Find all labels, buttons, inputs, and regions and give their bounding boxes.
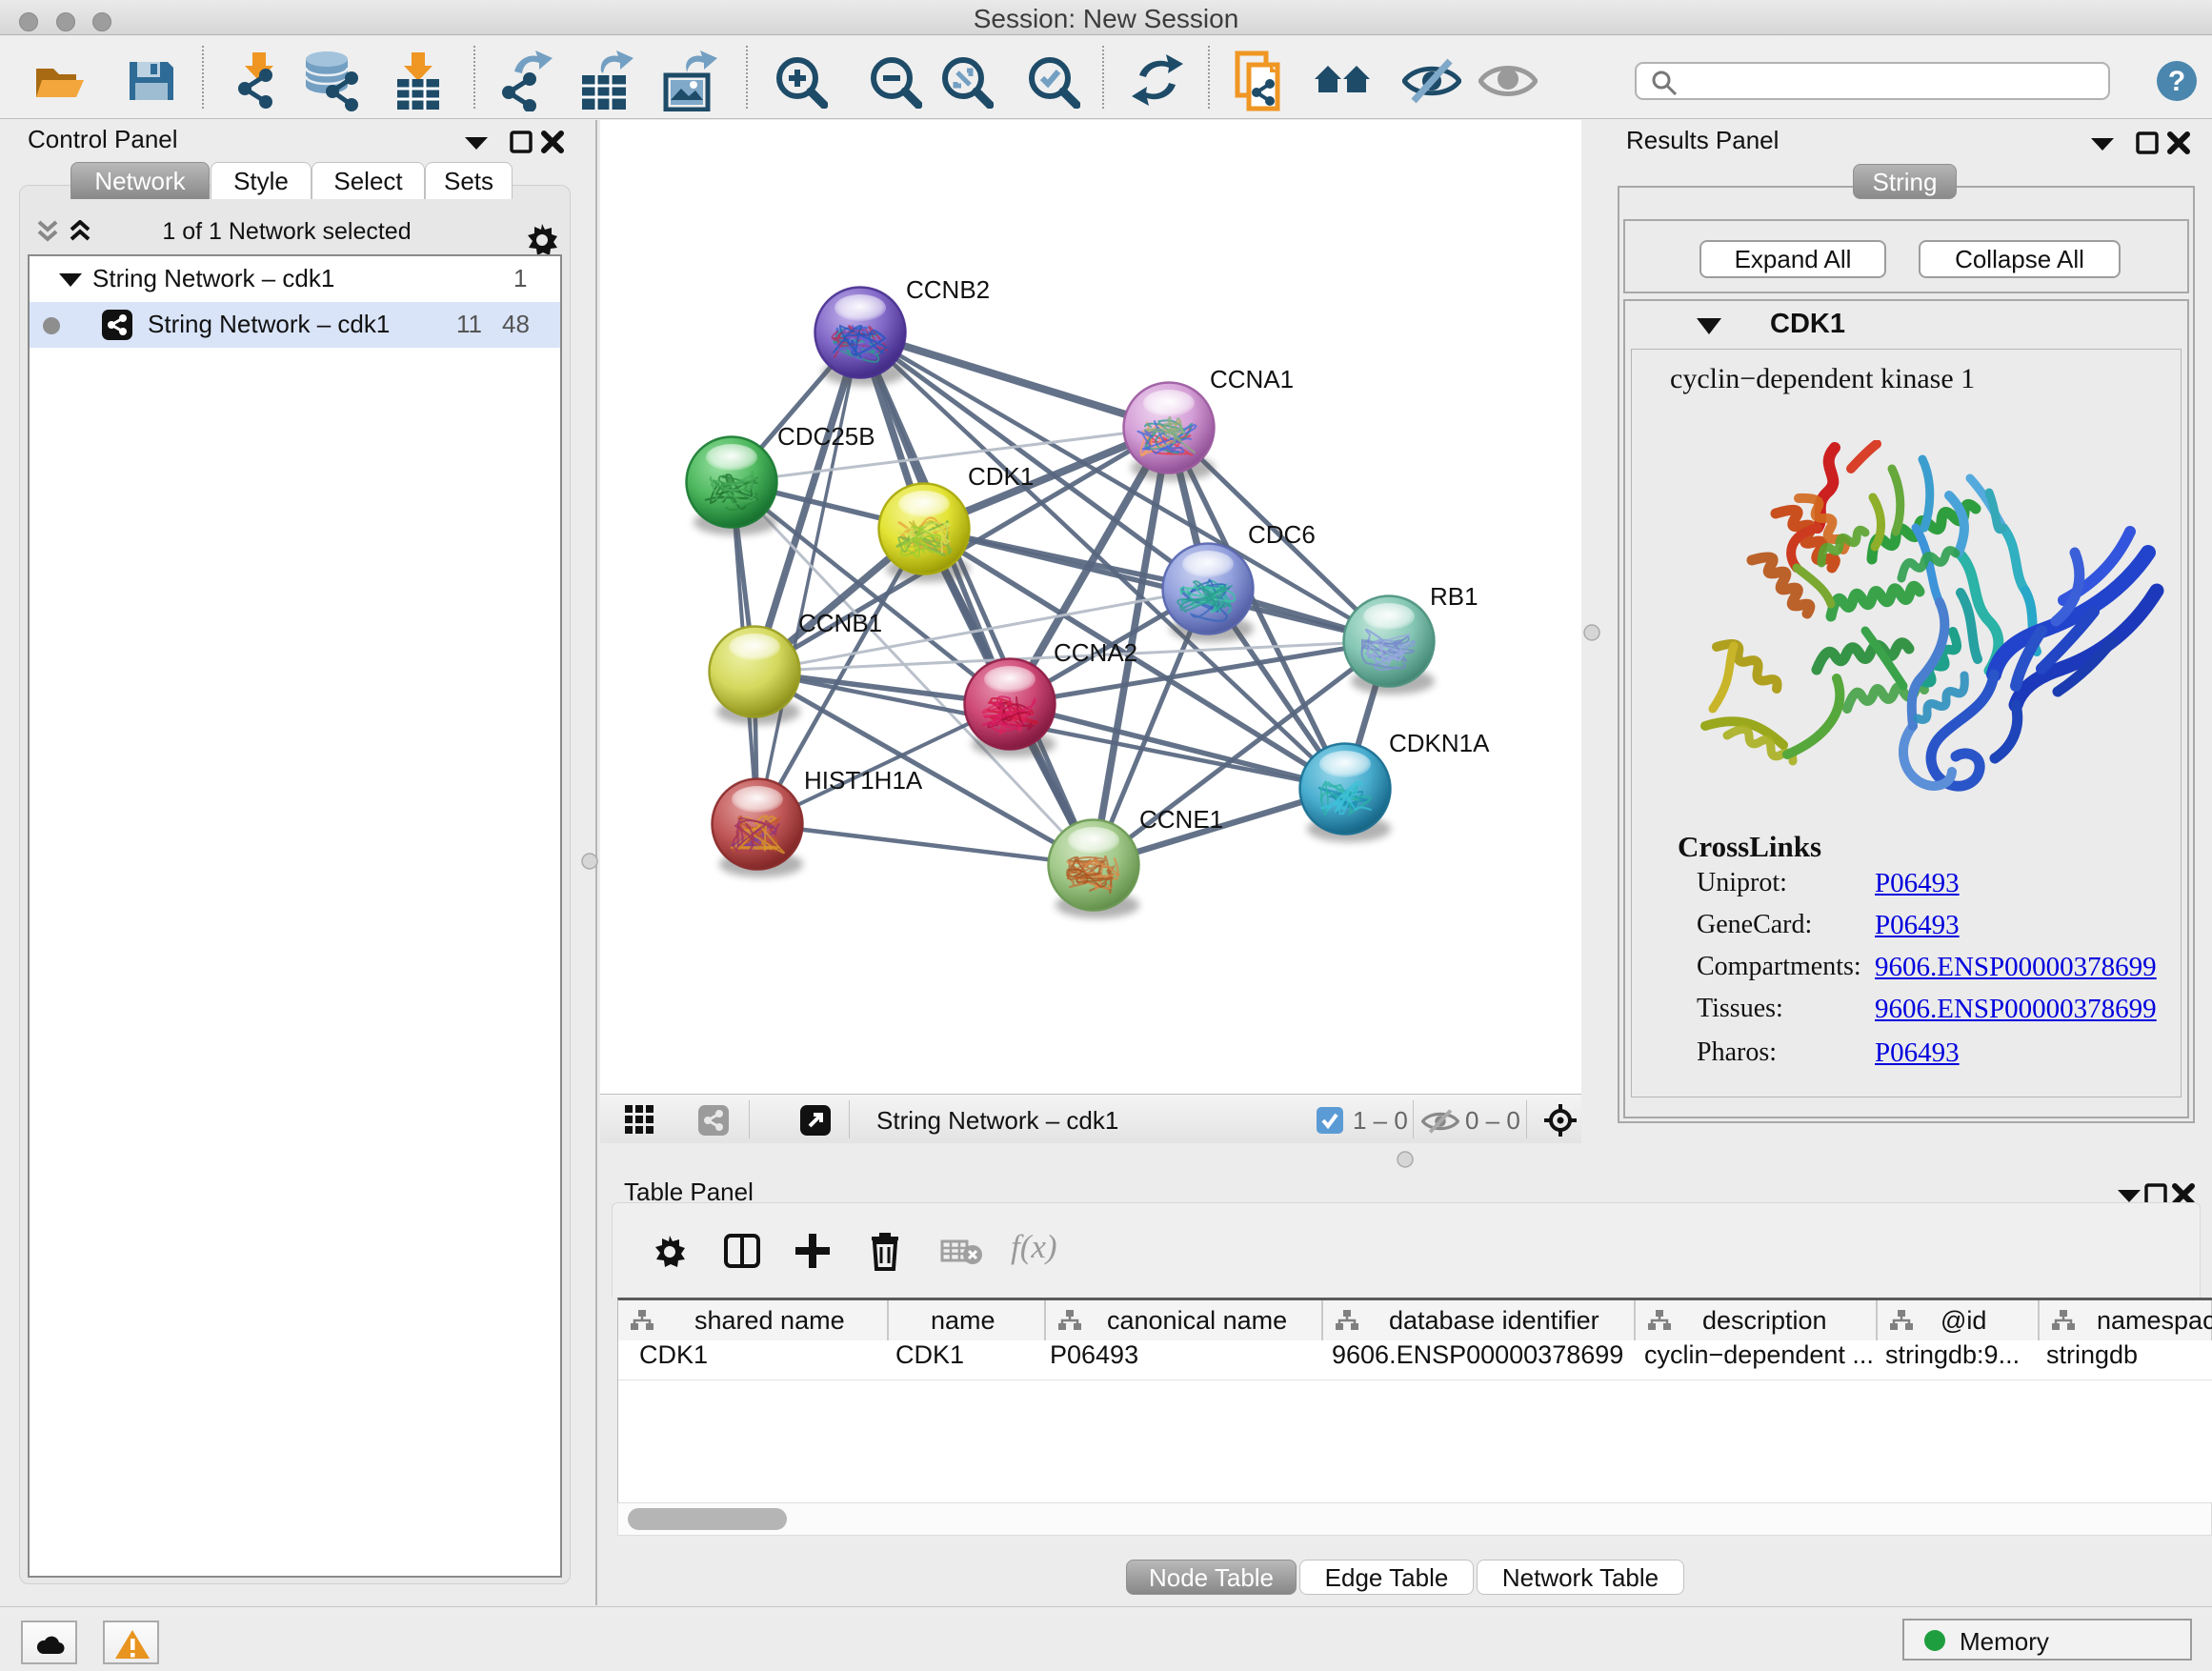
svg-text:RB1: RB1 bbox=[1430, 582, 1478, 611]
svg-text:CDKN1A: CDKN1A bbox=[1389, 729, 1490, 757]
svg-text:CCNB2: CCNB2 bbox=[906, 275, 990, 304]
svg-text:CCNE1: CCNE1 bbox=[1139, 805, 1223, 834]
svg-text:CDC6: CDC6 bbox=[1248, 520, 1316, 549]
svg-text:CCNB1: CCNB1 bbox=[798, 609, 882, 637]
svg-text:HIST1H1A: HIST1H1A bbox=[804, 766, 923, 795]
svg-text:CCNA2: CCNA2 bbox=[1054, 638, 1137, 667]
svg-text:CDC25B: CDC25B bbox=[777, 422, 875, 451]
svg-text:CCNA1: CCNA1 bbox=[1210, 365, 1294, 393]
svg-text:CDK1: CDK1 bbox=[968, 462, 1034, 491]
svg-text:?: ? bbox=[2168, 66, 2185, 97]
